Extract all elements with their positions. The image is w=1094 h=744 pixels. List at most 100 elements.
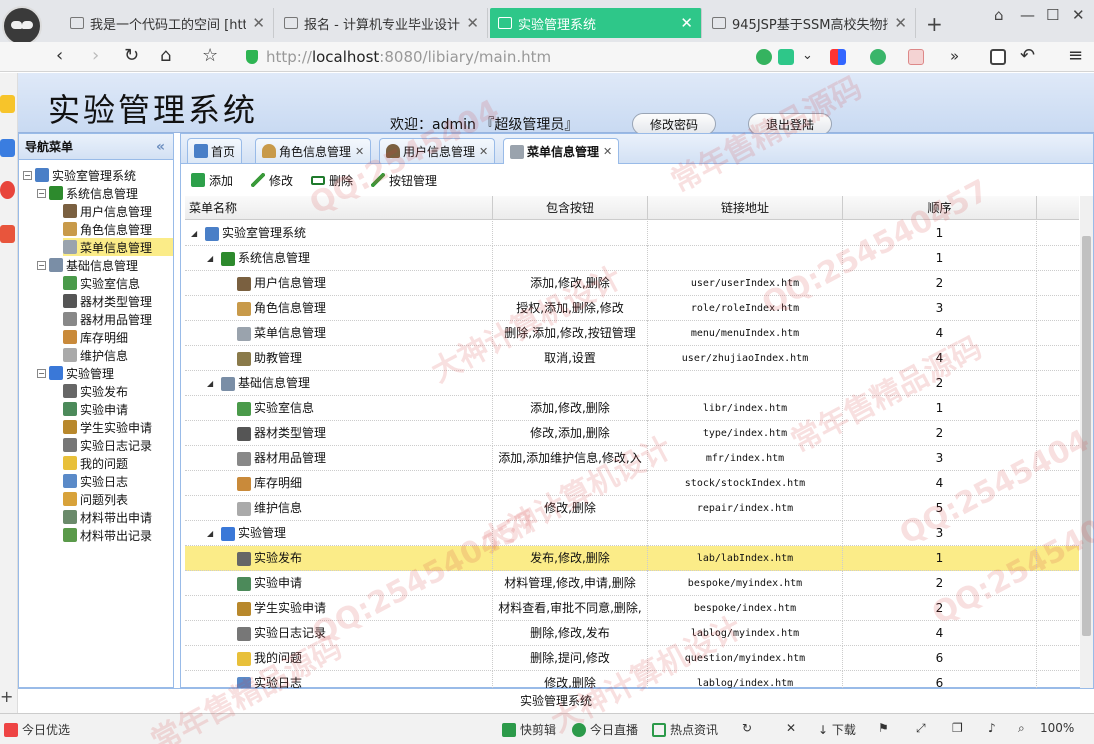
- apps-icon[interactable]: [830, 49, 846, 65]
- sidebar-item[interactable]: 角色信息管理: [63, 220, 173, 238]
- sidebar-item[interactable]: 材料带出申请: [63, 508, 173, 526]
- tab-user-management[interactable]: 用户信息管理 ✕: [379, 138, 496, 163]
- sidebar-item[interactable]: 维护信息: [63, 346, 173, 364]
- column-header-note[interactable]: 备注: [1037, 196, 1079, 220]
- sidebar-item[interactable]: 我的问题: [63, 454, 173, 472]
- minimize-icon[interactable]: —: [1020, 6, 1035, 24]
- table-row[interactable]: 器材类型管理 修改,添加,删除 type/index.htm 2: [185, 421, 1079, 446]
- today-live[interactable]: 今日直播: [572, 721, 638, 738]
- download[interactable]: ↓ 下载: [818, 721, 856, 738]
- collapse-toggle-icon[interactable]: −: [37, 188, 46, 198]
- close-icon[interactable]: ✕: [479, 145, 488, 158]
- close-icon[interactable]: ✕: [355, 145, 364, 158]
- expand-triangle-icon[interactable]: ◢: [191, 221, 199, 246]
- phone-icon[interactable]: [990, 49, 1006, 65]
- table-row[interactable]: 菜单信息管理 删除,添加,修改,按钮管理 menu/menuIndex.htm 4: [185, 321, 1079, 346]
- table-row[interactable]: 用户信息管理 添加,修改,删除 user/userIndex.htm 2: [185, 271, 1079, 296]
- wallet-icon[interactable]: [870, 49, 886, 65]
- zoom-icon[interactable]: ⌕: [1018, 721, 1025, 736]
- tab-menu-management[interactable]: 菜单信息管理 ✕: [503, 138, 620, 164]
- grid-scrollbar[interactable]: [1080, 196, 1093, 688]
- table-row[interactable]: ◢ 系统信息管理 1: [185, 246, 1079, 271]
- lightning-icon[interactable]: [778, 49, 794, 65]
- table-row[interactable]: 角色信息管理 授权,添加,删除,修改 role/roleIndex.htm 3: [185, 296, 1079, 321]
- collapse-toggle-icon[interactable]: −: [37, 260, 46, 270]
- sidebar-item[interactable]: 器材用品管理: [63, 310, 173, 328]
- browser-tab-1[interactable]: 我是一个代码工的空间 [http: ✕: [62, 8, 274, 38]
- close-icon[interactable]: ✕: [252, 14, 265, 32]
- mute-icon[interactable]: ♪: [988, 721, 996, 735]
- table-row[interactable]: 实验日志 修改,删除 lablog/index.htm 6: [185, 671, 1079, 688]
- scrollbar-thumb[interactable]: [1082, 236, 1091, 636]
- maximize-icon[interactable]: ☐: [1046, 6, 1059, 24]
- refresh-icon[interactable]: ↻: [124, 45, 139, 67]
- sidebar-item[interactable]: 问题列表: [63, 490, 173, 508]
- change-password-button[interactable]: 修改密码: [632, 113, 716, 135]
- sidebar-item[interactable]: 实验日志记录: [63, 436, 173, 454]
- browser-tab-3-active[interactable]: 实验管理系统 ✕: [490, 8, 702, 38]
- expand-icon[interactable]: ⤢: [916, 721, 926, 736]
- column-header-name[interactable]: 菜单名称: [185, 196, 493, 220]
- table-row[interactable]: 库存明细 stock/stockIndex.htm 4: [185, 471, 1079, 496]
- collapse-toggle-icon[interactable]: −: [23, 170, 32, 180]
- forward-icon[interactable]: ›: [92, 45, 99, 67]
- table-row[interactable]: 维护信息 修改,删除 repair/index.htm 5: [185, 496, 1079, 521]
- quick-clip[interactable]: 快剪辑: [502, 721, 556, 738]
- close-icon[interactable]: ✕: [466, 14, 479, 32]
- sidebar-item[interactable]: 用户信息管理: [63, 202, 173, 220]
- sidebar-item[interactable]: − 实验管理: [37, 364, 173, 382]
- browser-tab-2[interactable]: 报名 - 计算机专业毕业设计源 ✕: [276, 8, 488, 38]
- translate-icon[interactable]: [908, 49, 924, 65]
- close-icon[interactable]: ✕: [603, 145, 612, 158]
- table-row[interactable]: 实验室信息 添加,修改,删除 libr/index.htm 1: [185, 396, 1079, 421]
- address-bar[interactable]: http://localhost:8080/libiary/main.htm: [240, 44, 830, 70]
- table-row[interactable]: ◢ 基础信息管理 2: [185, 371, 1079, 396]
- window-icon[interactable]: ❐: [952, 721, 963, 735]
- speed-icon[interactable]: ↻: [742, 721, 752, 735]
- table-row[interactable]: 实验申请 材料管理,修改,申请,删除 bespoke/myindex.htm 2: [185, 571, 1079, 596]
- close-icon[interactable]: ✕: [894, 14, 907, 32]
- more-icon[interactable]: »: [950, 45, 959, 67]
- flag-icon[interactable]: ⚑: [878, 721, 889, 735]
- tools-icon[interactable]: ✕: [786, 721, 796, 735]
- weibo-icon[interactable]: [0, 181, 15, 199]
- expand-triangle-icon[interactable]: ◢: [207, 246, 215, 271]
- table-row[interactable]: 我的问题 删除,提问,修改 question/myindex.htm 6: [185, 646, 1079, 671]
- browser-tab-4[interactable]: 945JSP基于SSM高校失物招 ✕: [704, 8, 916, 38]
- reader-icon[interactable]: [0, 139, 15, 157]
- table-row[interactable]: ◢ 实验室管理系统 1主菜单: [185, 221, 1079, 246]
- table-row[interactable]: 实验日志记录 删除,修改,发布lablog/myindex.htm4学生界面: [185, 621, 1079, 646]
- table-row[interactable]: ◢ 实验管理 3: [185, 521, 1079, 546]
- sidebar-item[interactable]: 实验室信息: [63, 274, 173, 292]
- delete-button[interactable]: 删除: [311, 172, 353, 189]
- mail-icon[interactable]: [0, 225, 15, 243]
- hot-news[interactable]: 热点资讯: [652, 721, 718, 738]
- column-header-link[interactable]: 链接地址: [648, 196, 843, 220]
- sidebar-item[interactable]: 材料带出记录: [63, 526, 173, 544]
- expand-triangle-icon[interactable]: ◢: [207, 371, 215, 396]
- tab-role-management[interactable]: 角色信息管理 ✕: [255, 138, 372, 163]
- edit-button[interactable]: 修改: [251, 172, 293, 189]
- sidebar-item[interactable]: 菜单信息管理: [63, 238, 173, 256]
- sidebar-item[interactable]: − 基础信息管理: [37, 256, 173, 274]
- menu-icon[interactable]: ≡: [1068, 45, 1083, 67]
- tab-home[interactable]: 首页: [187, 138, 243, 163]
- table-row[interactable]: 器材用品管理 添加,添加维护信息,修改,入 mfr/index.htm 3: [185, 446, 1079, 471]
- table-row[interactable]: 助教管理 取消,设置user/zhujiaoIndex.htm41: [185, 346, 1079, 371]
- logout-button[interactable]: 退出登陆: [748, 113, 832, 135]
- table-row[interactable]: 实验发布 发布,修改,删除 lab/labIndex.htm 1: [185, 546, 1079, 571]
- button-manage-button[interactable]: 按钮管理: [371, 172, 437, 189]
- sidebar-item[interactable]: 学生实验申请: [63, 418, 173, 436]
- profile-avatar-icon[interactable]: [2, 6, 42, 46]
- undo-icon[interactable]: ↶: [1020, 45, 1035, 67]
- add-icon[interactable]: +: [0, 687, 15, 706]
- sidebar-item[interactable]: − 实验室管理系统: [23, 166, 173, 184]
- shirt-skin-icon[interactable]: ⌂: [994, 6, 1004, 24]
- home-icon[interactable]: ⌂: [160, 45, 171, 67]
- add-button[interactable]: 添加: [191, 172, 233, 189]
- close-icon[interactable]: ✕: [680, 14, 693, 32]
- zoom-level[interactable]: 100%: [1040, 721, 1074, 735]
- favorites-icon[interactable]: [0, 95, 15, 113]
- today-picks[interactable]: 今日优选: [4, 721, 70, 738]
- sidebar-item[interactable]: 器材类型管理: [63, 292, 173, 310]
